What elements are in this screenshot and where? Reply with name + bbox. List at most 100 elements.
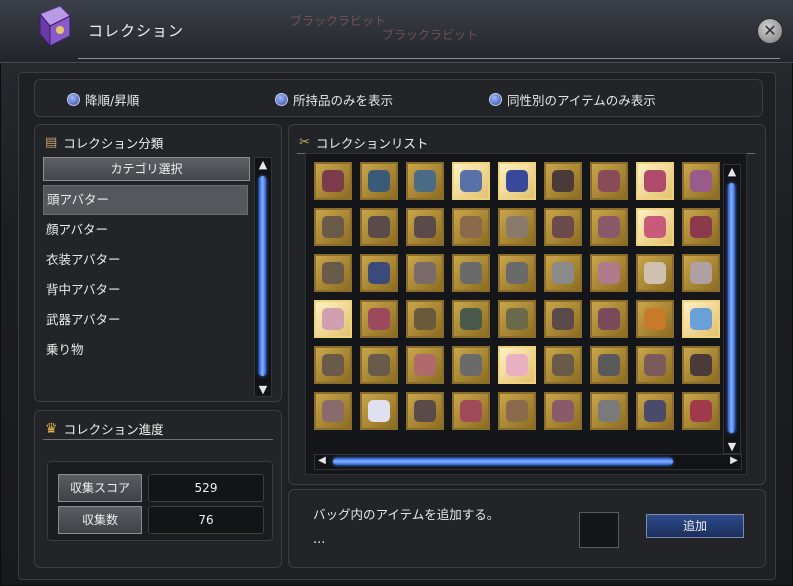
collection-item-slot[interactable] (682, 346, 720, 384)
options-bar: 降順/昇順 所持品のみを表示 同性別のアイテムのみ表示 (34, 79, 763, 117)
collection-item-slot[interactable] (406, 392, 444, 430)
score-value: 529 (148, 474, 264, 502)
collection-item-slot[interactable] (406, 208, 444, 246)
category-item[interactable]: 頭アバター (43, 185, 248, 215)
collection-item-slot[interactable] (452, 162, 490, 200)
collection-item-slot[interactable] (682, 392, 720, 430)
avatar-item-icon (322, 216, 344, 238)
collection-item-slot[interactable] (498, 300, 536, 338)
stats-box: 収集スコア 529 収集数 76 (47, 461, 273, 541)
collection-item-slot[interactable] (498, 392, 536, 430)
grid-horizontal-scrollbar[interactable]: ◀ ▶ (314, 454, 742, 470)
scroll-thumb[interactable] (728, 183, 735, 433)
collection-item-slot[interactable] (590, 254, 628, 292)
grid-vertical-scrollbar[interactable]: ▲ ▼ (723, 164, 741, 454)
avatar-item-icon (322, 262, 344, 284)
add-button[interactable]: 追加 (646, 514, 744, 538)
collection-item-slot[interactable] (636, 162, 674, 200)
count-value: 76 (148, 506, 264, 534)
collection-item-slot[interactable] (636, 392, 674, 430)
category-item[interactable]: 乗り物 (43, 335, 248, 365)
collection-item-slot[interactable] (314, 254, 352, 292)
scroll-down-icon[interactable]: ▼ (724, 440, 740, 453)
collection-item-slot[interactable] (360, 392, 398, 430)
collection-item-slot[interactable] (544, 208, 582, 246)
collection-item-slot[interactable] (590, 208, 628, 246)
category-select-button[interactable]: カテゴリ選択 (43, 157, 250, 181)
collection-item-slot[interactable] (590, 346, 628, 384)
scroll-left-icon[interactable]: ◀ (315, 455, 329, 466)
item-drop-slot[interactable] (579, 512, 619, 548)
category-list: 頭アバター 顔アバター 衣装アバター 背中アバター 武器アバター 乗り物 (43, 185, 248, 365)
category-panel: ▤ コレクション分類 カテゴリ選択 頭アバター 顔アバター 衣装アバター 背中アバター… (34, 124, 282, 402)
avatar-item-icon (690, 170, 712, 192)
collection-item-slot[interactable] (636, 300, 674, 338)
collection-item-slot[interactable] (314, 300, 352, 338)
collection-item-slot[interactable] (498, 208, 536, 246)
scroll-thumb[interactable] (259, 176, 266, 376)
avatar-item-icon (322, 170, 344, 192)
collection-item-slot[interactable] (682, 254, 720, 292)
category-scrollbar[interactable]: ▲ ▼ (254, 157, 272, 397)
scroll-up-icon[interactable]: ▲ (255, 158, 271, 171)
collection-item-slot[interactable] (498, 346, 536, 384)
collection-item-slot[interactable] (452, 254, 490, 292)
collection-item-slot[interactable] (544, 300, 582, 338)
collection-item-slot[interactable] (544, 392, 582, 430)
collection-item-slot[interactable] (452, 300, 490, 338)
collection-item-slot[interactable] (452, 346, 490, 384)
avatar-item-icon (552, 308, 574, 330)
collection-item-slot[interactable] (360, 300, 398, 338)
avatar-item-icon (460, 262, 482, 284)
collection-item-slot[interactable] (544, 162, 582, 200)
collection-item-slot[interactable] (636, 208, 674, 246)
radio-icon (489, 93, 502, 106)
collection-item-slot[interactable] (452, 392, 490, 430)
collection-item-slot[interactable] (452, 208, 490, 246)
add-item-panel: バッグ内のアイテムを追加する。 ... 追加 (288, 489, 766, 568)
close-button[interactable]: ✕ (757, 18, 783, 44)
score-label: 収集スコア (58, 474, 142, 502)
collection-item-slot[interactable] (636, 346, 674, 384)
collection-item-slot[interactable] (314, 392, 352, 430)
collection-item-slot[interactable] (544, 254, 582, 292)
collection-item-slot[interactable] (406, 346, 444, 384)
owned-only-option[interactable]: 所持品のみを表示 (275, 90, 393, 109)
collection-item-slot[interactable] (314, 162, 352, 200)
category-item[interactable]: 武器アバター (43, 305, 248, 335)
scroll-down-icon[interactable]: ▼ (255, 383, 271, 396)
collection-item-slot[interactable] (682, 208, 720, 246)
collection-item-slot[interactable] (590, 162, 628, 200)
collection-item-slot[interactable] (636, 254, 674, 292)
collection-item-slot[interactable] (406, 162, 444, 200)
avatar-item-icon (506, 400, 528, 422)
collection-item-slot[interactable] (314, 208, 352, 246)
avatar-item-icon (414, 170, 436, 192)
scroll-thumb[interactable] (333, 458, 673, 465)
collection-item-slot[interactable] (406, 254, 444, 292)
collection-item-slot[interactable] (498, 162, 536, 200)
sort-order-option[interactable]: 降順/昇順 (67, 90, 139, 109)
collection-item-slot[interactable] (360, 254, 398, 292)
same-gender-option[interactable]: 同性別のアイテムのみ表示 (489, 90, 656, 109)
collection-item-slot[interactable] (360, 208, 398, 246)
collection-item-slot[interactable] (590, 300, 628, 338)
avatar-item-icon (598, 354, 620, 376)
scroll-up-icon[interactable]: ▲ (724, 165, 740, 178)
collection-item-slot[interactable] (406, 300, 444, 338)
collection-item-slot[interactable] (498, 254, 536, 292)
category-item[interactable]: 背中アバター (43, 275, 248, 305)
collection-item-slot[interactable] (682, 162, 720, 200)
avatar-item-icon (552, 170, 574, 192)
collection-item-slot[interactable] (544, 346, 582, 384)
collection-item-slot[interactable] (590, 392, 628, 430)
collection-item-slot[interactable] (360, 162, 398, 200)
collection-item-slot[interactable] (314, 346, 352, 384)
scroll-right-icon[interactable]: ▶ (727, 455, 741, 466)
avatar-item-icon (644, 354, 666, 376)
category-heading-label: コレクション分類 (63, 136, 164, 151)
category-item[interactable]: 顔アバター (43, 215, 248, 245)
collection-item-slot[interactable] (360, 346, 398, 384)
category-item[interactable]: 衣装アバター (43, 245, 248, 275)
collection-item-slot[interactable] (682, 300, 720, 338)
